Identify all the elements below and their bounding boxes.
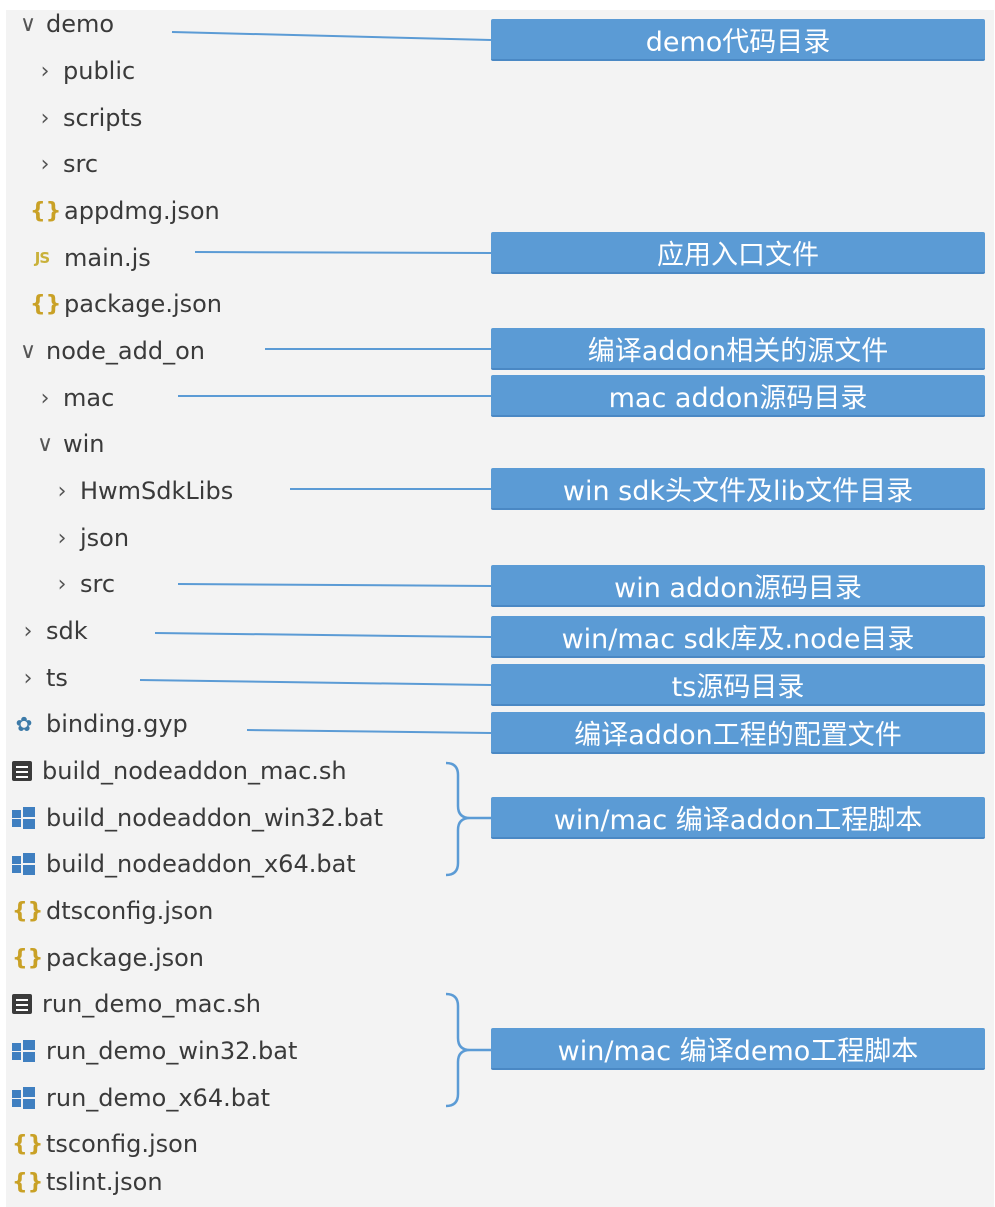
file-label: tslint.json — [46, 1168, 163, 1196]
windows-bat-icon — [12, 1087, 36, 1109]
file-row-root-package-json[interactable]: {} package.json — [12, 936, 492, 980]
file-label: build_nodeaddon_win32.bat — [46, 804, 384, 832]
chevron-right-icon: › — [57, 571, 67, 597]
windows-bat-icon — [12, 853, 36, 875]
callout-mac-addon: mac addon源码目录 — [491, 375, 985, 417]
callout-build-scripts: win/mac 编译addon工程脚本 — [491, 797, 985, 839]
file-label: dtsconfig.json — [46, 897, 214, 925]
file-row-run-x64-bat[interactable]: run_demo_x64.bat — [12, 1076, 492, 1120]
folder-label: src — [63, 150, 99, 178]
chevron-right-icon: › — [40, 385, 50, 411]
folder-row-scripts[interactable]: › scripts — [35, 96, 515, 140]
shell-script-icon — [12, 761, 32, 781]
json-braces-icon: {} — [30, 198, 62, 224]
folder-row-src[interactable]: › src — [35, 142, 515, 186]
windows-bat-icon — [12, 1040, 36, 1062]
file-row-run-mac-sh[interactable]: run_demo_mac.sh — [12, 982, 492, 1026]
folder-label: scripts — [63, 104, 143, 132]
file-row-build-mac-sh[interactable]: build_nodeaddon_mac.sh — [12, 749, 492, 793]
file-row-build-win32-bat[interactable]: build_nodeaddon_win32.bat — [12, 796, 492, 840]
folder-label: sdk — [46, 617, 88, 645]
json-braces-icon: {} — [30, 291, 62, 317]
folder-row-hwmsdklibs[interactable]: › HwmSdkLibs — [52, 469, 532, 513]
file-row-package-json[interactable]: {} package.json — [30, 282, 510, 326]
shell-script-icon — [12, 994, 32, 1014]
file-label: build_nodeaddon_x64.bat — [46, 850, 356, 878]
file-label: package.json — [46, 944, 205, 972]
file-label: binding.gyp — [46, 710, 188, 738]
callout-ts-source: ts源码目录 — [491, 664, 985, 706]
chevron-right-icon: › — [40, 105, 50, 131]
chevron-down-icon: ∨ — [36, 431, 54, 457]
folder-label: win — [63, 430, 105, 458]
folder-row-node-add-on[interactable]: ∨ node_add_on — [18, 329, 498, 373]
json-braces-icon: {} — [12, 898, 44, 924]
folder-row-public[interactable]: › public — [35, 49, 515, 93]
chevron-right-icon: › — [40, 151, 50, 177]
callout-sdk-node: win/mac sdk库及.node目录 — [491, 616, 985, 658]
file-row-main-js[interactable]: JS main.js — [30, 236, 510, 280]
file-row-run-win32-bat[interactable]: run_demo_win32.bat — [12, 1029, 492, 1073]
json-braces-icon: {} — [12, 945, 44, 971]
folder-row-win[interactable]: ∨ win — [35, 422, 515, 466]
file-row-build-x64-bat[interactable]: build_nodeaddon_x64.bat — [12, 842, 492, 886]
callout-demo-dir: demo代码目录 — [491, 19, 985, 61]
file-label: main.js — [64, 244, 151, 272]
callout-win-sdk-libs: win sdk头文件及lib文件目录 — [491, 468, 985, 510]
chevron-down-icon: ∨ — [19, 11, 37, 37]
callout-run-scripts: win/mac 编译demo工程脚本 — [491, 1028, 985, 1070]
folder-row-json[interactable]: › json — [52, 516, 532, 560]
folder-row-mac[interactable]: › mac — [35, 376, 515, 420]
folder-row-win-src[interactable]: › src — [52, 562, 532, 606]
callout-binding-config: 编译addon工程的配置文件 — [491, 712, 985, 754]
file-label: tsconfig.json — [46, 1130, 199, 1158]
python-gyp-icon: ✿ — [15, 712, 33, 736]
folder-label: json — [80, 524, 130, 552]
folder-label: ts — [46, 664, 68, 692]
file-row-dtsconfig-json[interactable]: {} dtsconfig.json — [12, 889, 492, 933]
callout-addon-source: 编译addon相关的源文件 — [491, 328, 985, 370]
file-row-binding-gyp[interactable]: ✿ binding.gyp — [12, 702, 492, 746]
js-file-icon: JS — [34, 249, 50, 267]
folder-label: demo — [46, 10, 115, 38]
folder-label: HwmSdkLibs — [80, 477, 234, 505]
folder-row-sdk[interactable]: › sdk — [18, 609, 498, 653]
chevron-right-icon: › — [57, 525, 67, 551]
callout-app-entry: 应用入口文件 — [491, 232, 985, 274]
callout-win-addon: win addon源码目录 — [491, 565, 985, 607]
chevron-down-icon: ∨ — [19, 338, 37, 364]
folder-row-ts[interactable]: › ts — [18, 656, 498, 700]
folder-row-demo[interactable]: ∨ demo — [18, 2, 498, 46]
json-braces-icon: {} — [12, 1169, 44, 1195]
file-label: appdmg.json — [64, 197, 220, 225]
chevron-right-icon: › — [57, 478, 67, 504]
file-label: package.json — [64, 290, 223, 318]
file-label: run_demo_mac.sh — [42, 990, 261, 1018]
chevron-right-icon: › — [23, 665, 33, 691]
folder-label: public — [63, 57, 136, 85]
json-braces-icon: {} — [12, 1131, 44, 1157]
windows-bat-icon — [12, 807, 36, 829]
file-row-tslint-json[interactable]: {} tslint.json — [12, 1160, 492, 1204]
file-label: run_demo_x64.bat — [46, 1084, 271, 1112]
folder-label: node_add_on — [46, 337, 205, 365]
file-row-appdmg-json[interactable]: {} appdmg.json — [30, 189, 510, 233]
file-label: build_nodeaddon_mac.sh — [42, 757, 347, 785]
chevron-right-icon: › — [40, 58, 50, 84]
folder-label: mac — [63, 384, 115, 412]
folder-label: src — [80, 570, 116, 598]
chevron-right-icon: › — [23, 618, 33, 644]
file-label: run_demo_win32.bat — [46, 1037, 298, 1065]
